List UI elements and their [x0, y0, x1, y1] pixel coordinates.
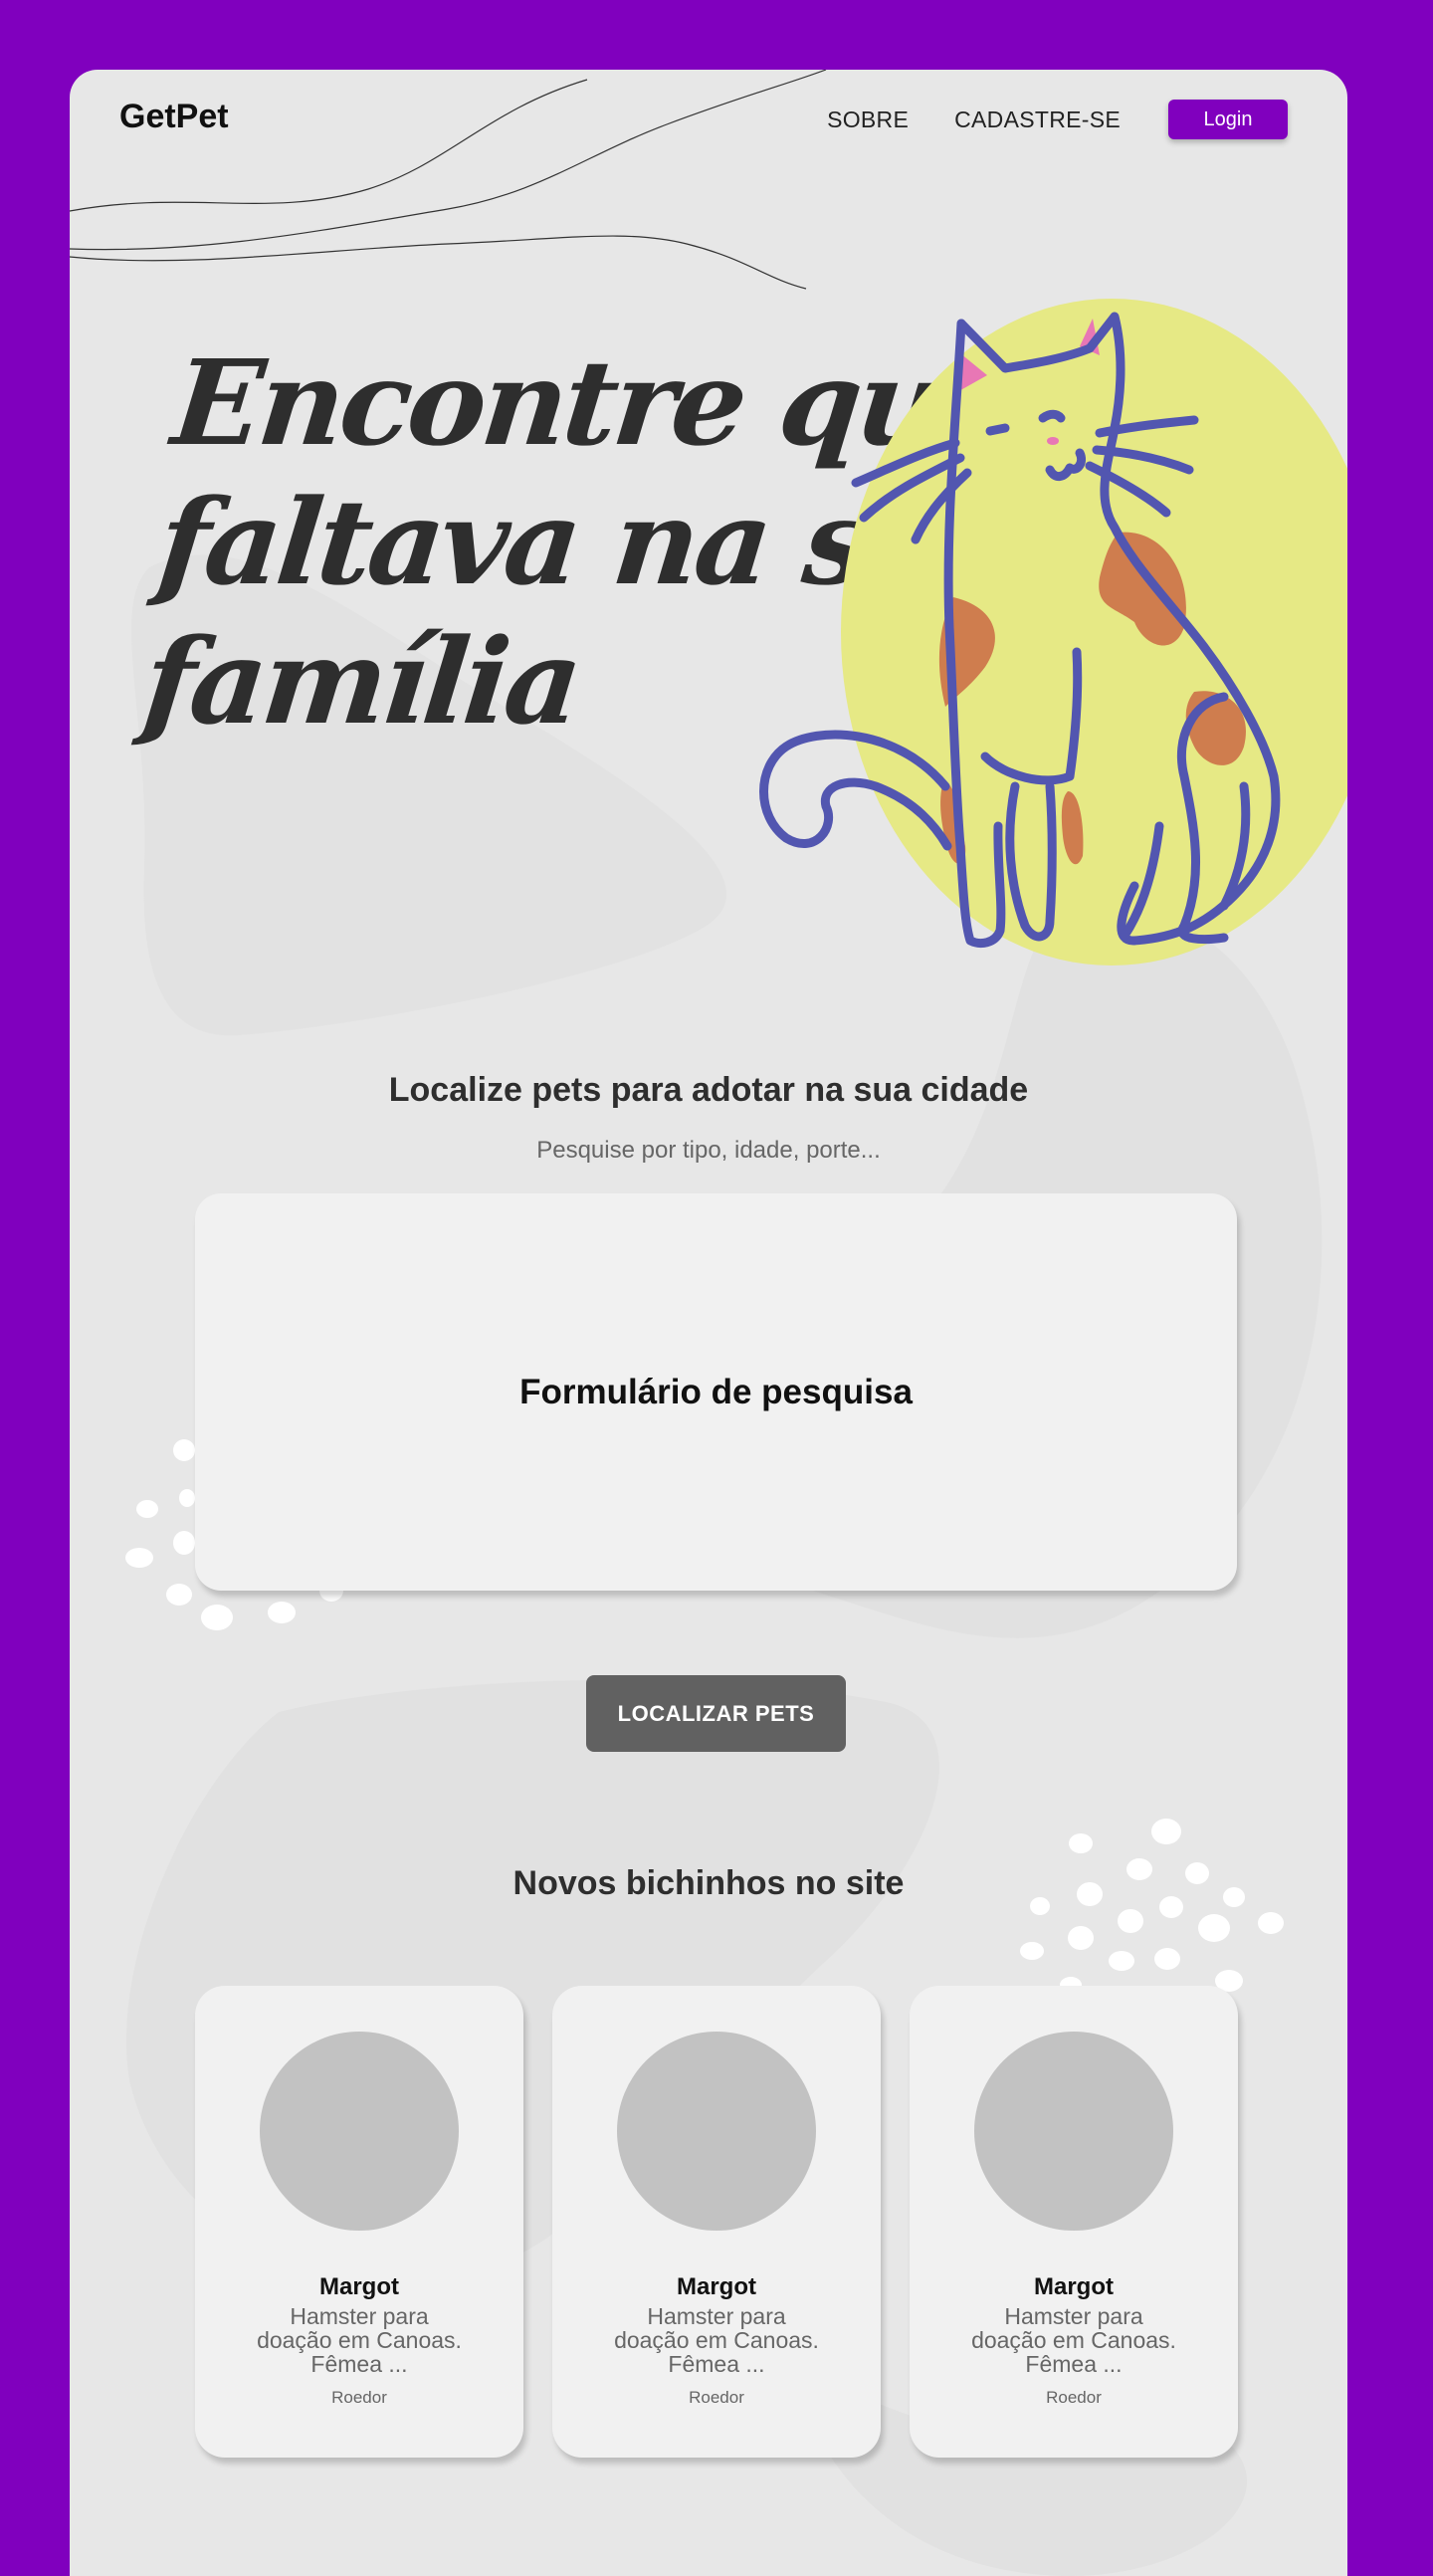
nav-link-sobre[interactable]: SOBRE	[827, 107, 909, 133]
locate-pets-button[interactable]: LOCALIZAR PETS	[586, 1675, 846, 1752]
pet-photo-placeholder	[617, 2032, 816, 2231]
search-section-subtitle: Pesquise por tipo, idade, porte...	[536, 1137, 881, 1164]
search-section-title: Localize pets para adotar na sua cidade	[388, 1071, 1029, 1109]
pet-card[interactable]: Margot Hamster para doação em Canoas. Fê…	[910, 1986, 1238, 2458]
getpet-logo[interactable]: GetPet	[119, 98, 229, 136]
pet-card[interactable]: Margot Hamster para doação em Canoas. Fê…	[195, 1986, 523, 2458]
new-pets-title: Novos bichinhos no site	[512, 1864, 905, 1902]
main-nav: SOBRE CADASTRE-SE Login	[827, 100, 1288, 139]
pet-name: Margot	[1034, 2273, 1114, 2300]
pet-card[interactable]: Margot Hamster para doação em Canoas. Fê…	[552, 1986, 881, 2458]
pet-photo-placeholder	[974, 2032, 1173, 2231]
pet-description: Hamster para doação em Canoas. Fêmea ...	[614, 2303, 819, 2377]
pet-description: Hamster para doação em Canoas. Fêmea ...	[257, 2303, 462, 2377]
pet-name: Margot	[319, 2273, 399, 2300]
pet-type: Roedor	[331, 2388, 387, 2407]
search-form-card[interactable]: Formulário de pesquisa	[195, 1193, 1237, 1591]
pet-name: Margot	[677, 2273, 756, 2300]
search-form-title: Formulário de pesquisa	[519, 1372, 913, 1411]
pet-type: Roedor	[1046, 2388, 1102, 2407]
pet-description: Hamster para doação em Canoas. Fêmea ...	[971, 2303, 1176, 2377]
cat-illustration	[759, 299, 1347, 966]
login-button[interactable]: Login	[1168, 100, 1288, 139]
page-container: GetPet SOBRE CADASTRE-SE Login Encontre …	[70, 70, 1347, 2576]
nav-link-cadastre-se[interactable]: CADASTRE-SE	[954, 107, 1121, 133]
pet-type: Roedor	[689, 2388, 744, 2407]
pet-photo-placeholder	[260, 2032, 459, 2231]
